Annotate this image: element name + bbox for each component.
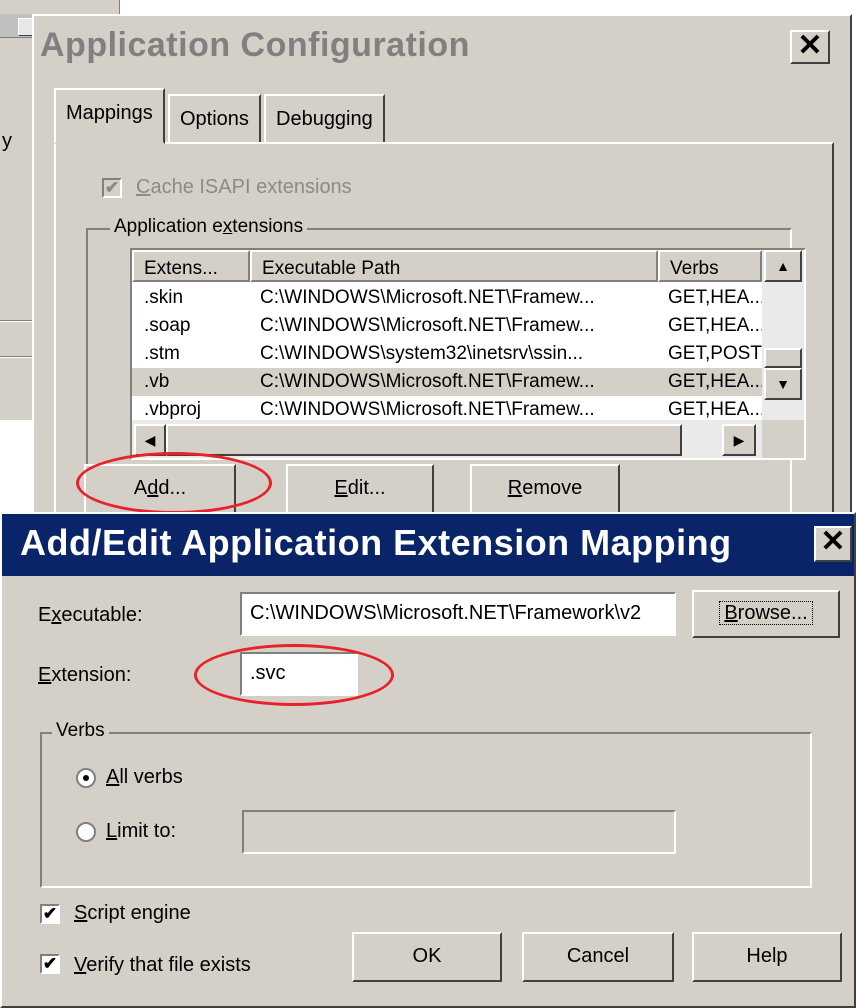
cache-isapi-label: Cache ISAPI extensions [136,176,352,198]
dialog-title-bar: Add/Edit Application Extension Mapping ✕ [2,514,854,576]
extensions-list[interactable]: Extens... Executable Path Verbs .skin C:… [130,248,806,460]
arrow-left-icon: ◀ [144,432,156,448]
application-configuration-dialog: Application Configuration ✕ Mappings Opt… [32,14,852,524]
add-edit-extension-mapping-dialog: Add/Edit Application Extension Mapping ✕… [0,512,856,1008]
check-icon: ✔ [104,178,120,197]
remove-button[interactable]: Remove [470,464,620,514]
tab-mappings[interactable]: Mappings [54,88,165,144]
scroll-left-button[interactable]: ◀ [134,424,166,456]
all-verbs-radio[interactable] [76,768,96,788]
script-engine-label: Script engine [74,902,191,924]
arrow-down-icon: ▼ [776,376,790,392]
arrow-right-icon: ▶ [733,432,745,448]
horizontal-scroll-thumb[interactable] [166,424,682,456]
list-item[interactable]: .stm C:\WINDOWS\system32\inetsrv\ssin...… [132,340,762,368]
column-header-extension[interactable]: Extens... [132,250,250,282]
cache-isapi-checkbox[interactable]: ✔ [102,178,122,198]
executable-label: Executable: [38,604,143,626]
help-button[interactable]: Help [692,932,842,982]
verbs-group-label: Verbs [52,720,109,742]
application-extensions-label: Application extensions [110,216,308,238]
tab-options[interactable]: Options [168,94,261,142]
all-verbs-label: All verbs [106,766,183,788]
executable-field[interactable]: C:\WINDOWS\Microsoft.NET\Framework\v2 [240,592,676,636]
verify-file-checkbox[interactable]: ✔ [40,954,60,974]
add-button[interactable]: Add... [84,464,236,514]
check-icon: ✔ [42,954,58,973]
scroll-down-button[interactable]: ▼ [764,368,802,400]
browse-button[interactable]: Browse... [692,590,840,638]
close-button[interactable]: ✕ [790,30,830,64]
close-icon: ✕ [820,525,846,558]
column-header-executable-path[interactable]: Executable Path [250,250,658,282]
check-icon: ✔ [42,904,58,923]
limit-to-radio[interactable] [76,822,96,842]
limit-to-field[interactable] [242,810,676,854]
background-window-text: y [2,130,12,152]
extension-label: Extension: [38,664,132,686]
limit-to-label: Limit to: [106,820,177,842]
list-item[interactable]: .skin C:\WINDOWS\Microsoft.NET\Framew...… [132,284,762,312]
edit-button[interactable]: Edit... [286,464,434,514]
vertical-scroll-thumb[interactable] [764,348,802,368]
scroll-up-button[interactable]: ▲ [764,250,802,282]
radio-selected-dot [83,775,89,781]
dialog-title: Add/Edit Application Extension Mapping [20,522,732,563]
scrollbar-corner [762,420,804,458]
close-button[interactable]: ✕ [814,526,852,562]
list-item-selected[interactable]: .vb C:\WINDOWS\Microsoft.NET\Framew... G… [132,368,762,396]
script-engine-checkbox[interactable]: ✔ [40,904,60,924]
extension-field[interactable]: .svc [240,652,358,696]
verify-file-label: Verify that file exists [74,954,251,976]
scroll-right-button[interactable]: ▶ [722,424,756,456]
list-item[interactable]: .soap C:\WINDOWS\Microsoft.NET\Framew...… [132,312,762,340]
arrow-up-icon: ▲ [776,258,790,274]
cancel-button[interactable]: Cancel [522,932,674,982]
dialog-title: Application Configuration [40,26,470,64]
column-header-verbs[interactable]: Verbs [658,250,762,282]
tab-debugging[interactable]: Debugging [264,94,385,142]
ok-button[interactable]: OK [352,932,502,982]
close-icon: ✕ [797,29,823,62]
